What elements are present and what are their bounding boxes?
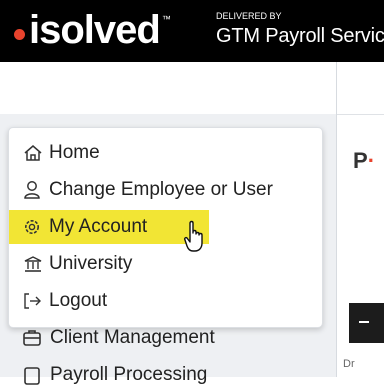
isolved-logo[interactable]: isolved ™ [14, 8, 171, 52]
sidebar-item-label: Client Management [50, 327, 215, 348]
menu-item-label: Home [49, 142, 100, 163]
sidebar-item-label: Payroll Processing [50, 364, 208, 385]
menu-item-label: Change Employee or User [49, 179, 273, 200]
logo-text: isolved [29, 8, 161, 52]
sidebar-divider [336, 62, 337, 377]
bank-icon [23, 254, 49, 274]
menu-item-home[interactable]: Home [23, 136, 100, 170]
user-dropdown-menu: Home Change Employee or User My Account [8, 127, 323, 328]
page-title: P· [353, 148, 375, 174]
home-icon [23, 143, 49, 163]
menu-item-label: University [49, 253, 133, 274]
toolbar: ▼ [0, 62, 384, 159]
chevron-icon [359, 321, 369, 323]
payroll-icon [22, 364, 50, 386]
page-title-accent: · [367, 148, 376, 173]
logo-trademark: ™ [161, 14, 171, 24]
card-subtext: Dr [343, 358, 355, 370]
menu-item-my-account[interactable]: My Account [9, 210, 209, 244]
hand-cursor-icon [183, 220, 207, 254]
sidebar-item-client-management[interactable]: Client Management [22, 327, 215, 349]
client-management-icon [22, 327, 50, 349]
menu-item-label: My Account [49, 216, 148, 237]
logout-icon [23, 291, 49, 311]
logo-dot [14, 28, 25, 40]
delivered-by-label: DELIVERED BY [216, 11, 282, 21]
menu-item-label: Logout [49, 290, 108, 311]
page-title-text: P [353, 148, 368, 173]
menu-item-logout[interactable]: Logout [23, 284, 107, 318]
menu-item-university[interactable]: University [23, 247, 132, 281]
sidebar-item-payroll-processing[interactable]: Payroll Processing [22, 364, 207, 386]
main-card-header[interactable] [349, 303, 384, 343]
user-outline-icon [23, 180, 49, 200]
gear-icon [23, 217, 49, 237]
app-header: isolved ™ DELIVERED BY GTM Payroll Servi… [0, 0, 384, 62]
provider-name: GTM Payroll Servic [216, 25, 384, 47]
menu-item-change-employee-or-user[interactable]: Change Employee or User [23, 173, 273, 207]
